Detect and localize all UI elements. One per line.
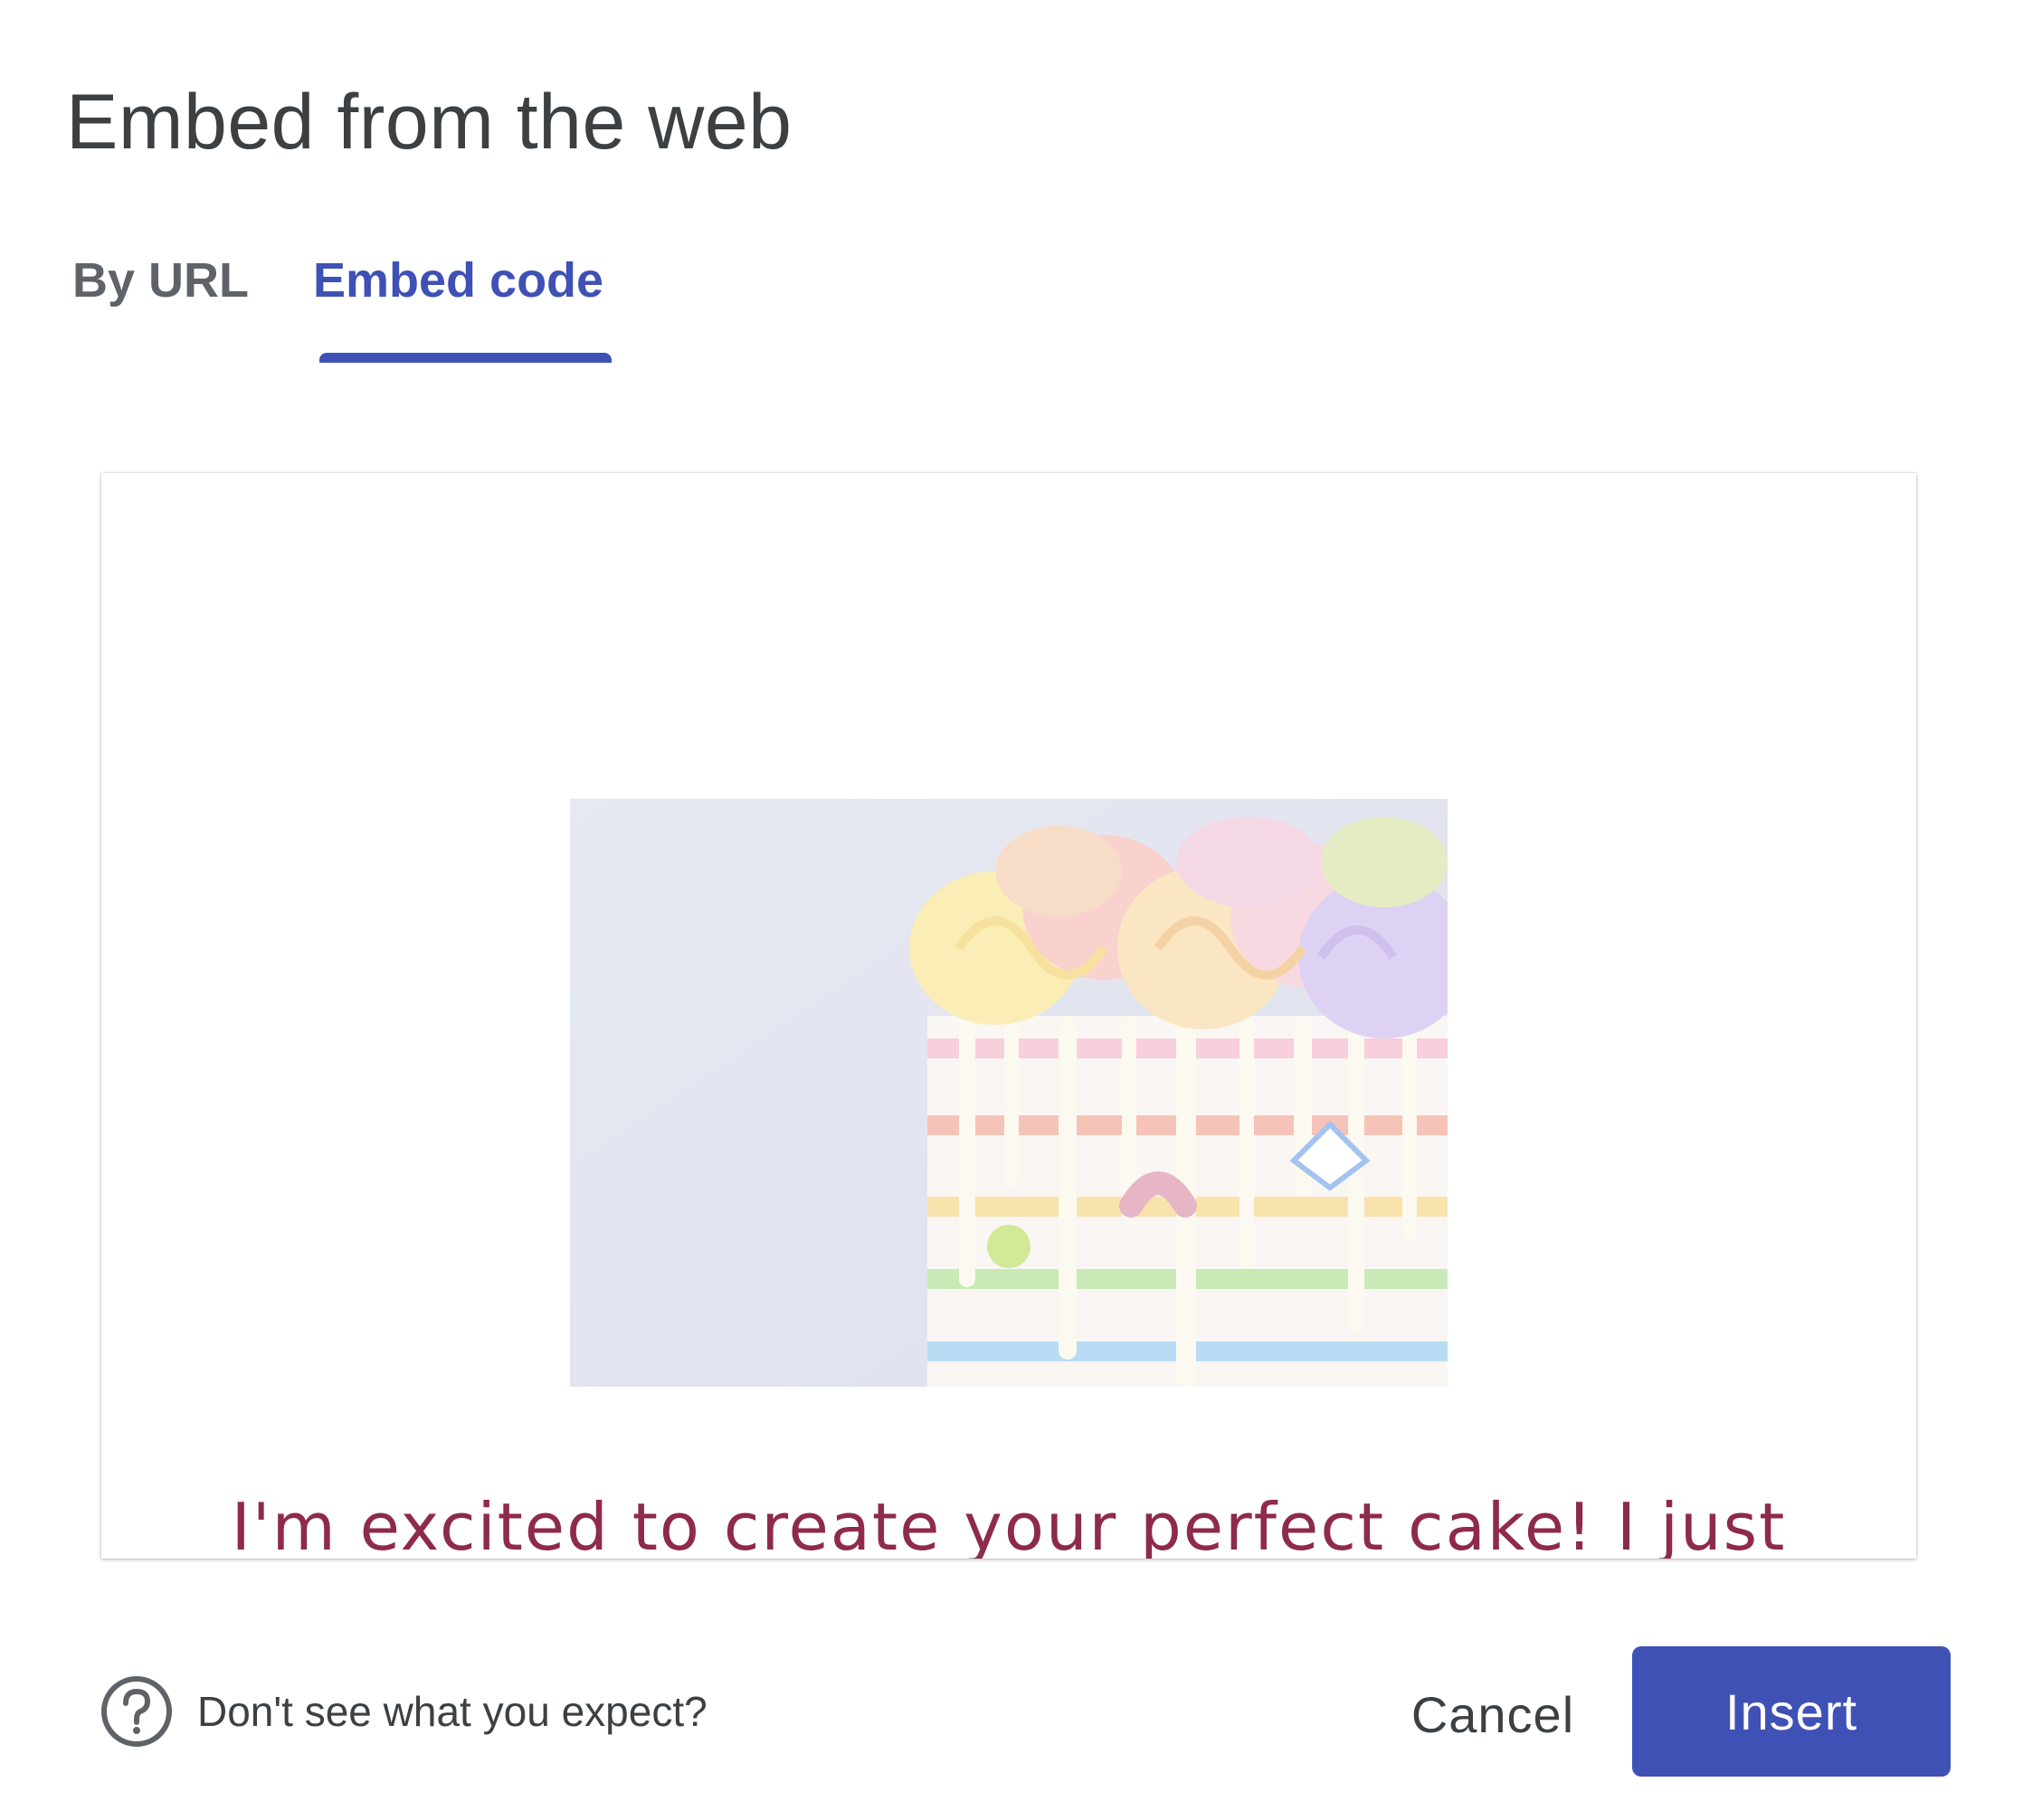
preview-caption: I'm excited to create your perfect cake!… bbox=[231, 1489, 1787, 1559]
tab-embed-code[interactable]: Embed code bbox=[313, 244, 603, 317]
cancel-button[interactable]: Cancel bbox=[1393, 1664, 1592, 1764]
tab-bar: By URL Embed code bbox=[72, 244, 887, 371]
embed-preview[interactable]: I'm excited to create your perfect cake!… bbox=[101, 473, 1916, 1559]
tab-by-url[interactable]: By URL bbox=[72, 244, 249, 317]
cake-image bbox=[570, 799, 1448, 1387]
help-circle-icon bbox=[100, 1674, 174, 1749]
insert-button[interactable]: Insert bbox=[1632, 1646, 1951, 1777]
help-link[interactable]: Don't see what you expect? bbox=[100, 1674, 708, 1749]
embed-dialog: Embed from the web By URL Embed code I'm… bbox=[0, 0, 2023, 1820]
dialog-title: Embed from the web bbox=[66, 79, 793, 166]
help-text: Don't see what you expect? bbox=[197, 1688, 708, 1735]
active-tab-indicator bbox=[319, 353, 612, 363]
